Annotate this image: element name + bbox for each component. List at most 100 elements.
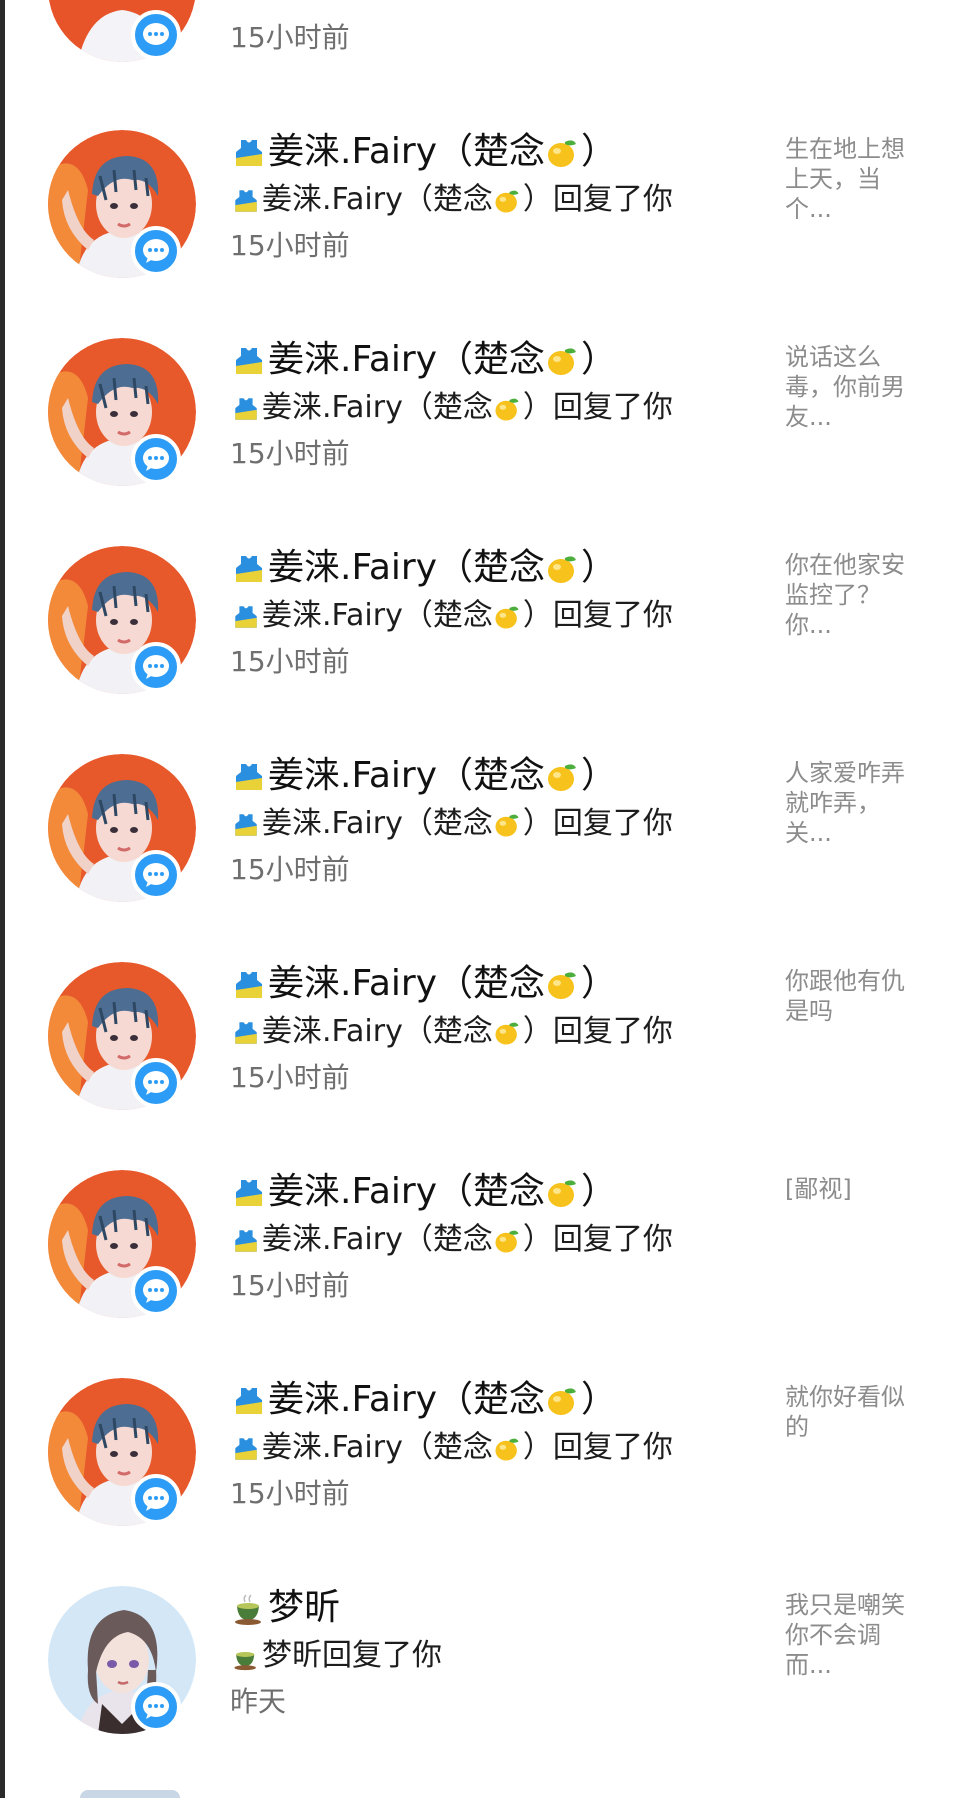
shirt-emoji: [236, 972, 262, 998]
sender-name-text: 姜涞.Fairy（楚念: [268, 131, 546, 172]
action-suffix-text: ）回复了你: [522, 806, 673, 841]
chat-bubble-icon: [131, 642, 181, 692]
sender-name[interactable]: 姜涞.Fairy（楚念 ）: [232, 1170, 617, 1214]
quoted-comment[interactable]: 生在地上想上天，当个...: [785, 134, 923, 224]
shirt-emoji: [236, 1180, 262, 1206]
sender-name-close: ）: [581, 131, 618, 172]
shirt-emoji: [235, 189, 257, 212]
list-item-partial[interactable]: 15小时前: [5, 0, 954, 70]
shirt-emoji: [235, 1437, 257, 1460]
timestamp: 15小时前: [230, 229, 350, 262]
sender-name[interactable]: 梦昕: [232, 1586, 340, 1630]
sender-name-text: 梦昕: [268, 1587, 341, 1628]
notification-list[interactable]: 15小时前 姜涞.Fairy（楚念）姜涞.Fairy（楚念 ）回复了你 15小时前生…: [5, 0, 954, 1798]
reply-action: 姜涞.Fairy（楚念 ）回复了你: [232, 1220, 673, 1260]
mango-emoji: [548, 764, 577, 791]
shirt-emoji: [235, 605, 257, 628]
shirt-emoji: [235, 1021, 257, 1044]
quoted-comment[interactable]: 你在他家安监控了？你...: [785, 550, 923, 640]
chat-bubble-icon: [131, 226, 181, 276]
sender-name-close: ）: [581, 1171, 618, 1212]
reply-action: 姜涞.Fairy（楚念 ）回复了你: [232, 388, 673, 428]
sender-name-close: ）: [581, 339, 618, 380]
sender-name-close: ）: [581, 1379, 618, 1420]
mango-emoji: [495, 1022, 519, 1045]
shirt-emoji: [235, 1229, 257, 1252]
action-suffix-text: ）回复了你: [522, 1222, 673, 1257]
sender-name-text: 姜涞.Fairy（楚念: [268, 1379, 546, 1420]
list-item[interactable]: 姜涞.Fairy（楚念 ） 姜涞.Fairy（楚念 ）回复了你 15小时前 你在他家安监控…: [5, 546, 954, 754]
tea-emoji: [234, 1651, 256, 1670]
chat-bubble-icon: [131, 850, 181, 900]
action-name-text: 姜涞.Fairy（楚念: [262, 390, 493, 425]
mango-emoji: [548, 348, 577, 375]
sender-name-text: 姜涞.Fairy（楚念: [268, 339, 546, 380]
sender-name[interactable]: 姜涞.Fairy（楚念 ）: [232, 754, 617, 798]
timestamp: 15小时前: [230, 1269, 350, 1302]
timestamp: 昨天: [230, 1685, 287, 1718]
quoted-comment[interactable]: 说话这么毒，你前男友...: [785, 342, 923, 432]
sender-name[interactable]: 姜涞.Fairy（楚念 ）: [232, 130, 617, 174]
action-name-text: 姜涞.Fairy（楚念: [262, 182, 493, 217]
mango-emoji: [548, 972, 577, 999]
quoted-comment[interactable]: [鄙视]: [785, 1174, 923, 1204]
list-item[interactable]: 姜涞.Fairy（楚念 ） 姜涞.Fairy（楚念 ）回复了你 15小时前 生在地上想上天…: [5, 130, 954, 338]
action-suffix-text: ）回复了你: [522, 390, 673, 425]
reply-action: 姜涞.Fairy（楚念 ）回复了你: [232, 596, 673, 636]
sender-name[interactable]: 姜涞.Fairy（楚念 ）: [232, 546, 617, 590]
timestamp: 15小时前: [230, 645, 350, 678]
mango-emoji: [548, 1180, 577, 1207]
sender-name-close: ）: [581, 547, 618, 588]
list-item[interactable]: 姜涞.Fairy（楚念 ） 姜涞.Fairy（楚念 ）回复了你 15小时前 你跟他有仇是吗: [5, 962, 954, 1170]
list-item[interactable]: 姜涞.Fairy（楚念 ） 姜涞.Fairy（楚念 ）回复了你 15小时前 [鄙视]: [5, 1170, 954, 1378]
sender-name-close: ）: [581, 963, 618, 1004]
tea-emoji: [235, 1594, 261, 1625]
sender-name[interactable]: 姜涞.Fairy（楚念 ）: [232, 338, 617, 382]
action-name-text: 梦昕: [262, 1638, 322, 1673]
timestamp: 15小时前: [230, 1061, 350, 1094]
mango-emoji: [495, 606, 519, 629]
action-suffix-text: ）回复了你: [522, 1430, 673, 1465]
timestamp: 15小时前: [230, 853, 350, 886]
chat-bubble-icon: [131, 10, 181, 60]
mango-emoji: [495, 190, 519, 213]
quoted-comment[interactable]: 我只是嘲笑你不会调而...: [785, 1590, 923, 1680]
mango-emoji: [495, 1230, 519, 1253]
action-name-text: 姜涞.Fairy（楚念: [262, 1222, 493, 1257]
list-item[interactable]: 姜涞.Fairy（楚念 ） 姜涞.Fairy（楚念 ）回复了你 15小时前 人家爱咋弄就咋…: [5, 754, 954, 962]
chat-bubble-icon: [131, 1266, 181, 1316]
action-name-text: 姜涞.Fairy（楚念: [262, 598, 493, 633]
sender-name-text: 姜涞.Fairy（楚念: [268, 547, 546, 588]
quoted-comment[interactable]: 人家爱咋弄就咋弄，关...: [785, 758, 923, 848]
reply-action: 梦昕回复了你: [232, 1636, 442, 1676]
sender-name[interactable]: 姜涞.Fairy（楚念 ）: [232, 962, 617, 1006]
shirt-emoji: [236, 1388, 262, 1414]
mango-emoji: [548, 140, 577, 167]
shirt-emoji: [235, 397, 257, 420]
mango-emoji: [495, 1438, 519, 1461]
quoted-comment[interactable]: 你跟他有仇是吗: [785, 966, 923, 1026]
action-name-text: 姜涞.Fairy（楚念: [262, 1430, 493, 1465]
action-suffix-text: ）回复了你: [522, 598, 673, 633]
list-item[interactable]: 姜涞.Fairy（楚念 ） 姜涞.Fairy（楚念 ）回复了你 15小时前 就你好看似的: [5, 1378, 954, 1586]
mango-emoji: [495, 398, 519, 421]
action-suffix-text: ）回复了你: [522, 1014, 673, 1049]
chat-bubble-icon: [131, 1682, 181, 1732]
reply-action: 姜涞.Fairy（楚念 ）回复了你: [232, 180, 673, 220]
shirt-emoji: [235, 813, 257, 836]
chat-bubble-icon: [131, 1474, 181, 1524]
shirt-emoji: [236, 348, 262, 374]
timestamp: 15小时前: [230, 437, 350, 470]
avatar-partial: [80, 1790, 180, 1798]
chat-bubble-icon: [131, 1058, 181, 1108]
sender-name-text: 姜涞.Fairy（楚念: [268, 755, 546, 796]
mango-emoji: [548, 1388, 577, 1415]
list-item[interactable]: 姜涞.Fairy（楚念 ） 姜涞.Fairy（楚念 ）回复了你 15小时前 说话这么毒，你…: [5, 338, 954, 546]
sender-name[interactable]: 姜涞.Fairy（楚念 ）: [232, 1378, 617, 1422]
quoted-comment[interactable]: 就你好看似的: [785, 1382, 923, 1442]
shirt-emoji: [236, 764, 262, 790]
timestamp: 15小时前: [230, 1477, 350, 1510]
reply-action: 姜涞.Fairy（楚念 ）回复了你: [232, 1428, 673, 1468]
list-item[interactable]: 梦昕 梦昕回复了你 昨天 我只是嘲笑你不会调而...: [5, 1586, 954, 1794]
action-name-text: 姜涞.Fairy（楚念: [262, 806, 493, 841]
